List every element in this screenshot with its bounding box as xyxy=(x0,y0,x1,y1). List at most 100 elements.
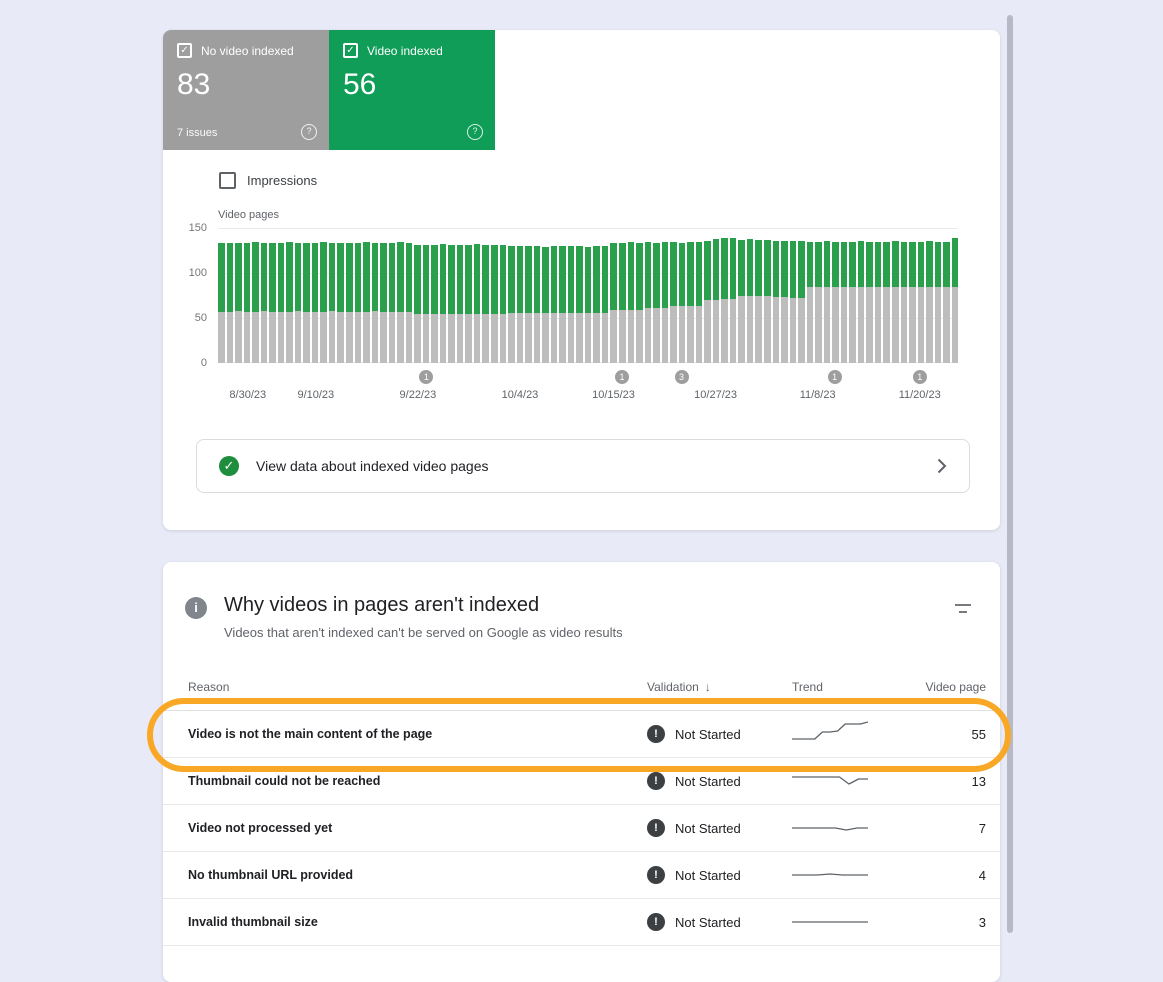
help-icon[interactable]: ? xyxy=(301,124,317,140)
chart-bar[interactable] xyxy=(346,243,353,363)
chart-bar[interactable] xyxy=(355,243,362,363)
checkbox-checked-icon[interactable]: ✓ xyxy=(343,43,358,58)
chart-bar[interactable] xyxy=(517,246,524,363)
chart-bar[interactable] xyxy=(593,246,600,363)
column-header-reason[interactable]: Reason xyxy=(188,680,647,694)
chart-bar[interactable] xyxy=(312,243,319,363)
annotation-marker[interactable]: 1 xyxy=(419,370,433,384)
table-row[interactable]: Thumbnail could not be reached!Not Start… xyxy=(163,758,1000,805)
help-icon[interactable]: ? xyxy=(467,124,483,140)
chart-bar[interactable] xyxy=(892,241,899,363)
chart-bar[interactable] xyxy=(636,243,643,363)
chart-bar[interactable] xyxy=(320,242,327,363)
view-indexed-data-banner[interactable]: ✓ View data about indexed video pages xyxy=(196,439,970,493)
chart-bar[interactable] xyxy=(269,243,276,363)
chart-bar[interactable] xyxy=(389,243,396,363)
chart-bar[interactable] xyxy=(679,243,686,363)
chart-bar[interactable] xyxy=(534,246,541,363)
checkbox-unchecked-icon[interactable] xyxy=(219,172,236,189)
chart-bar[interactable] xyxy=(457,245,464,363)
chart-bar[interactable] xyxy=(841,242,848,363)
chart-bar[interactable] xyxy=(568,246,575,363)
chart-bar[interactable] xyxy=(849,242,856,363)
chart-bar[interactable] xyxy=(380,243,387,363)
annotation-marker[interactable]: 1 xyxy=(828,370,842,384)
chart-bar[interactable] xyxy=(901,242,908,363)
chart-bar[interactable] xyxy=(610,243,617,363)
chart-bar[interactable] xyxy=(414,245,421,363)
chart-bar[interactable] xyxy=(653,243,660,363)
tile-video-indexed[interactable]: ✓ Video indexed 56 ? xyxy=(329,30,495,150)
chart-bar[interactable] xyxy=(704,241,711,363)
chart-bar[interactable] xyxy=(508,246,515,363)
chart-bar[interactable] xyxy=(815,242,822,363)
chart-bar[interactable] xyxy=(832,242,839,363)
chart-bar[interactable] xyxy=(235,243,242,363)
chart-bar[interactable] xyxy=(474,244,481,363)
chart-bar[interactable] xyxy=(559,246,566,363)
chart-bar[interactable] xyxy=(721,238,728,363)
tile-no-video-indexed[interactable]: ✓ No video indexed 83 7 issues ? xyxy=(163,30,329,150)
chart-bar[interactable] xyxy=(278,243,285,363)
chart-bar[interactable] xyxy=(764,240,771,363)
chart-bar[interactable] xyxy=(337,243,344,363)
chart-bar[interactable] xyxy=(713,239,720,363)
chart-bar[interactable] xyxy=(448,245,455,363)
chart-bar[interactable] xyxy=(918,242,925,363)
chart-bar[interactable] xyxy=(551,246,558,363)
chart-bar[interactable] xyxy=(883,242,890,363)
chart-bar[interactable] xyxy=(431,245,438,363)
chart-bar[interactable] xyxy=(585,247,592,363)
chart-bar[interactable] xyxy=(500,245,507,363)
chart-bar[interactable] xyxy=(943,242,950,363)
chart-bar[interactable] xyxy=(372,243,379,363)
impressions-checkbox[interactable]: Impressions xyxy=(219,172,317,189)
chart-bar[interactable] xyxy=(909,242,916,363)
chart-bar[interactable] xyxy=(303,243,310,363)
chart-bar[interactable] xyxy=(286,242,293,363)
chart-bar[interactable] xyxy=(628,242,635,363)
annotation-marker[interactable]: 1 xyxy=(913,370,927,384)
checkbox-checked-icon[interactable]: ✓ xyxy=(177,43,192,58)
chart-bar[interactable] xyxy=(730,238,737,363)
annotation-marker[interactable]: 1 xyxy=(615,370,629,384)
filter-icon[interactable] xyxy=(954,602,972,620)
chart-bar[interactable] xyxy=(645,242,652,363)
chart-bar[interactable] xyxy=(423,245,430,363)
chart-bar[interactable] xyxy=(952,238,959,363)
chart-bar[interactable] xyxy=(491,245,498,363)
column-header-trend[interactable]: Trend xyxy=(792,680,922,694)
chart-bar[interactable] xyxy=(824,241,831,363)
chart-bar[interactable] xyxy=(798,241,805,363)
chart-bar[interactable] xyxy=(329,243,336,363)
chart-bar[interactable] xyxy=(244,243,251,363)
chart-bar[interactable] xyxy=(747,239,754,363)
chart-bar[interactable] xyxy=(619,243,626,363)
chart-bar[interactable] xyxy=(781,241,788,363)
table-row[interactable]: Invalid thumbnail size!Not Started3 xyxy=(163,899,1000,946)
chart-bar[interactable] xyxy=(755,240,762,363)
chart-bar[interactable] xyxy=(670,242,677,363)
chart-bar[interactable] xyxy=(602,246,609,363)
chart-bar[interactable] xyxy=(218,243,225,363)
chart-bar[interactable] xyxy=(773,241,780,363)
chart-bar[interactable] xyxy=(687,242,694,363)
chart-bar[interactable] xyxy=(935,242,942,363)
chart-bar[interactable] xyxy=(807,242,814,363)
chart-bar[interactable] xyxy=(261,243,268,363)
chart-bar[interactable] xyxy=(363,242,370,363)
table-row[interactable]: Video not processed yet!Not Started7 xyxy=(163,805,1000,852)
chart-bar[interactable] xyxy=(295,243,302,363)
chart-bar[interactable] xyxy=(525,246,532,363)
chart-bar[interactable] xyxy=(858,241,865,363)
chart-bar[interactable] xyxy=(465,245,472,363)
scrollbar[interactable] xyxy=(1007,15,1013,933)
chart-bar[interactable] xyxy=(738,240,745,363)
table-row[interactable]: No thumbnail URL provided!Not Started4 xyxy=(163,852,1000,899)
chart-bar[interactable] xyxy=(252,242,259,363)
chart-bar[interactable] xyxy=(440,244,447,363)
table-row[interactable]: Video is not the main content of the pag… xyxy=(163,711,1000,758)
chart-bar[interactable] xyxy=(662,242,669,363)
chart-bar[interactable] xyxy=(227,243,234,363)
chart-bar[interactable] xyxy=(926,241,933,363)
